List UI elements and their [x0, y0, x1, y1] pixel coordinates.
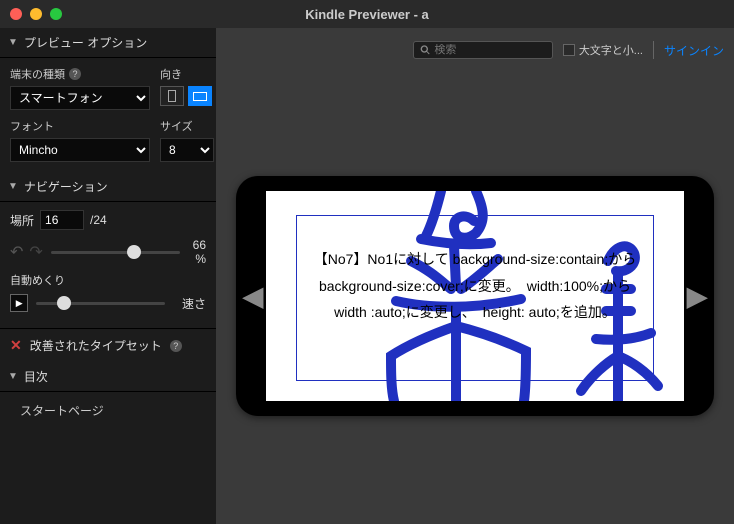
- device-frame: ◀: [236, 176, 714, 416]
- autoplay-label: 自動めくり: [10, 272, 206, 288]
- prev-page-button[interactable]: ◀: [242, 280, 264, 313]
- enhanced-typeset-row: ✕ 改善されたタイプセット ?: [0, 328, 216, 362]
- chevron-down-icon: ▼: [8, 371, 18, 382]
- search-icon: [420, 44, 431, 56]
- portrait-button[interactable]: [160, 86, 184, 106]
- search-input[interactable]: [434, 44, 545, 56]
- location-input[interactable]: [40, 210, 84, 230]
- signin-link[interactable]: サインイン: [664, 42, 724, 59]
- speed-slider[interactable]: [36, 302, 165, 305]
- navigation-header[interactable]: ▼ ナビゲーション: [0, 172, 216, 202]
- size-select[interactable]: 8: [160, 138, 214, 162]
- size-label: サイズ: [160, 118, 214, 134]
- next-page-button[interactable]: ▶: [686, 280, 708, 313]
- undo-icon[interactable]: ↶: [10, 242, 23, 262]
- page-content: 【No7】No1に対して background-size:contain;から …: [296, 215, 654, 381]
- content-area: 大文字と小... サインイン ◀: [216, 28, 734, 524]
- page-line-3: width :auto;に変更し、 height: auto;を追加。: [311, 299, 639, 326]
- sidebar: ▼ プレビュー オプション 端末の種類 ? スマートフォン 向き: [0, 28, 216, 524]
- toolbar: 大文字と小... サインイン: [216, 32, 734, 68]
- font-select[interactable]: Mincho: [10, 138, 150, 162]
- preview-options-title: プレビュー オプション: [24, 34, 147, 51]
- match-case-checkbox[interactable]: 大文字と小...: [563, 42, 643, 58]
- preview-area: ◀: [216, 68, 734, 524]
- window-title: Kindle Previewer - a: [0, 7, 734, 22]
- speed-label: 速さ: [173, 295, 206, 312]
- toc-item-start[interactable]: スタートページ: [0, 392, 216, 429]
- redo-icon[interactable]: ↷: [29, 242, 42, 262]
- zoom-percent: 66 %: [188, 238, 206, 266]
- orientation-toggle: [160, 86, 212, 106]
- navigation-title: ナビゲーション: [24, 178, 108, 195]
- zoom-slider[interactable]: [51, 251, 180, 254]
- location-label: 場所: [10, 212, 34, 229]
- location-total: /24: [90, 213, 107, 227]
- play-button[interactable]: ▶: [10, 294, 28, 312]
- typeset-label: 改善されたタイプセット: [30, 337, 162, 354]
- device-screen: 【No7】No1に対して background-size:contain;から …: [266, 191, 684, 401]
- toc-header[interactable]: ▼ 目次: [0, 362, 216, 392]
- device-type-select[interactable]: スマートフォン: [10, 86, 150, 110]
- help-icon[interactable]: ?: [170, 340, 182, 352]
- toc-title: 目次: [24, 368, 48, 385]
- chevron-down-icon: ▼: [8, 37, 18, 48]
- chevron-down-icon: ▼: [8, 181, 18, 192]
- help-icon[interactable]: ?: [69, 68, 81, 80]
- page-line-2: background-size:cover;に変更。 width:100%;から: [311, 273, 639, 300]
- device-type-label: 端末の種類 ?: [10, 66, 150, 82]
- x-icon: ✕: [10, 337, 22, 354]
- divider: [653, 41, 654, 59]
- orientation-label: 向き: [160, 66, 212, 82]
- preview-options-header[interactable]: ▼ プレビュー オプション: [0, 28, 216, 58]
- font-label: フォント: [10, 118, 150, 134]
- search-box[interactable]: [413, 41, 553, 59]
- titlebar: Kindle Previewer - a: [0, 0, 734, 28]
- checkbox-icon: [563, 44, 575, 56]
- landscape-button[interactable]: [188, 86, 212, 106]
- page-line-1: 【No7】No1に対して background-size:contain;から: [311, 246, 639, 273]
